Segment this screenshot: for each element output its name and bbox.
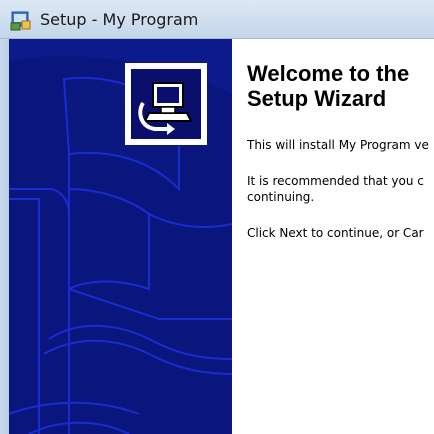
next-instruction: Click Next to continue, or Car [247,226,424,240]
install-description: This will install My Program ve [247,138,429,152]
recommendation-line2: continuing. [247,190,315,204]
setup-installer-icon [10,9,32,31]
welcome-heading: Welcome to the Setup Wizard [247,61,409,111]
welcome-heading-line1: Welcome to the [247,61,410,86]
welcome-heading-line2: Setup Wizard [247,86,387,111]
recommendation-text: It is recommended that you c continuing. [247,173,424,205]
recommendation-line1: It is recommended that you c [247,174,424,188]
welcome-text-panel: Welcome to the Setup Wizard This will in… [247,39,434,434]
title-bar[interactable]: Setup - My Program [0,0,434,39]
installer-logo [125,63,207,145]
computer-install-icon [131,69,201,139]
setup-window: Setup - My Program Welcome to the Setup … [0,0,434,434]
window-frame-left [0,39,9,434]
window-title: Setup - My Program [40,10,199,29]
wizard-banner-image [9,39,232,434]
wizard-content: Welcome to the Setup Wizard This will in… [9,39,434,434]
